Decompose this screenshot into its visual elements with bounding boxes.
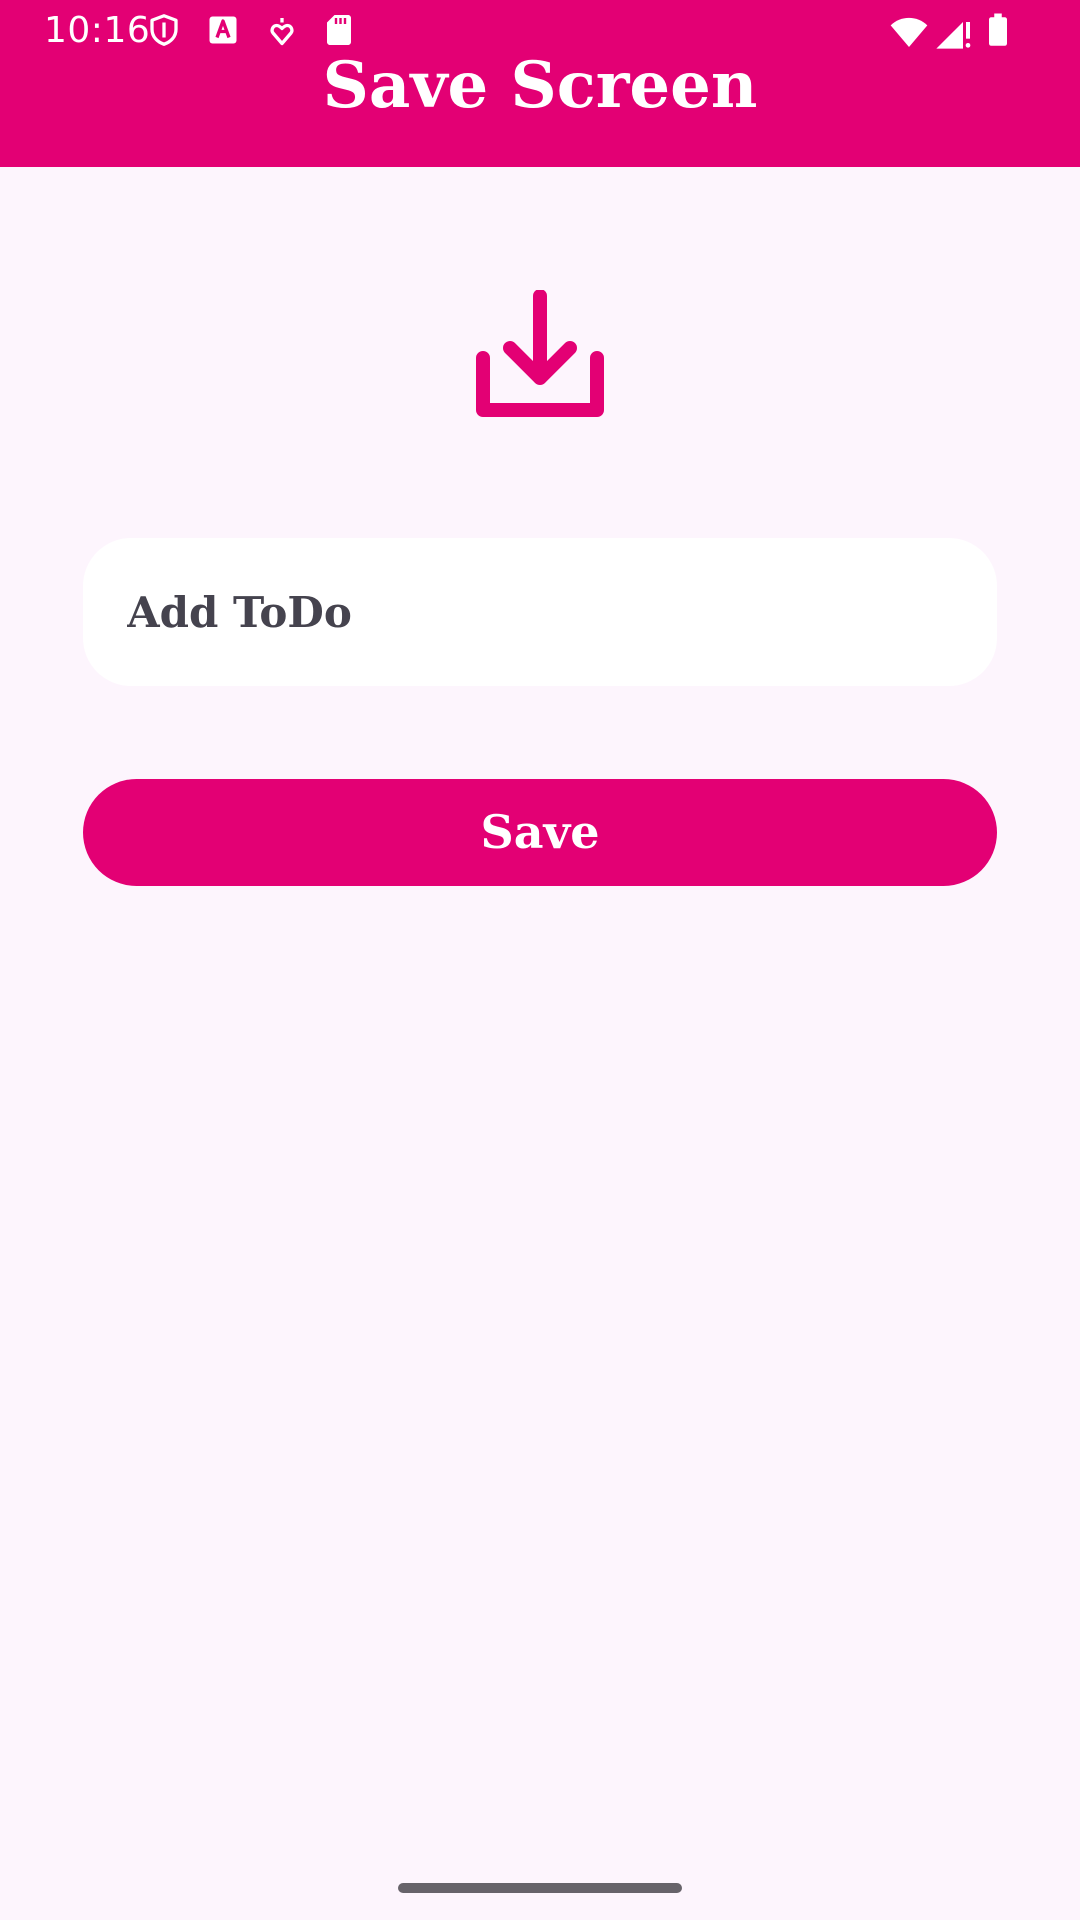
add-todo-input[interactable] [127,538,947,686]
font-a-icon [205,12,241,48]
save-button[interactable]: Save [83,779,997,886]
gesture-nav-handle[interactable] [398,1883,682,1893]
battery-icon [980,12,1016,48]
shield-icon [146,12,182,48]
download-tray-icon [474,290,606,422]
app-bar: 10:16 Save Screen [0,0,1080,167]
sd-card-icon [321,12,357,48]
page-title: Save Screen [322,48,758,123]
add-todo-field[interactable] [83,538,997,686]
location-heart-icon [264,12,300,48]
